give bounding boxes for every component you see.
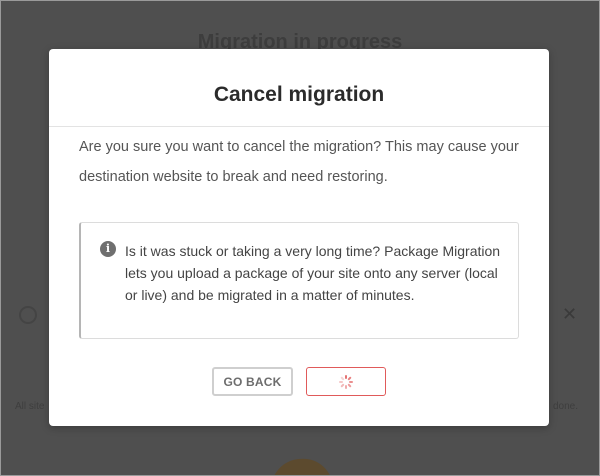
background-close-icon: ✕ bbox=[562, 304, 578, 324]
info-notice-text: Is it was stuck or taking a very long ti… bbox=[125, 243, 501, 303]
dialog-header: Cancel migration bbox=[49, 49, 549, 127]
loading-spinner-icon bbox=[339, 374, 353, 389]
dialog-message: Are you sure you want to cancel the migr… bbox=[79, 139, 519, 185]
background-left-text: All site bbox=[15, 401, 45, 412]
background-status-icon bbox=[19, 306, 37, 324]
dialog-actions: GO BACK bbox=[49, 367, 549, 396]
cancel-migration-dialog: Cancel migration Are you sure you want t… bbox=[49, 49, 549, 426]
info-icon: i bbox=[100, 241, 116, 257]
background-right-text: done. bbox=[553, 401, 579, 412]
go-back-button[interactable]: GO BACK bbox=[212, 367, 293, 396]
background-illustration bbox=[267, 454, 333, 475]
dialog-body: Are you sure you want to cancel the migr… bbox=[49, 132, 549, 339]
info-notice: i Is it was stuck or taking a very long … bbox=[79, 222, 519, 339]
confirm-cancel-button[interactable] bbox=[306, 367, 386, 396]
dialog-title: Cancel migration bbox=[213, 82, 385, 106]
